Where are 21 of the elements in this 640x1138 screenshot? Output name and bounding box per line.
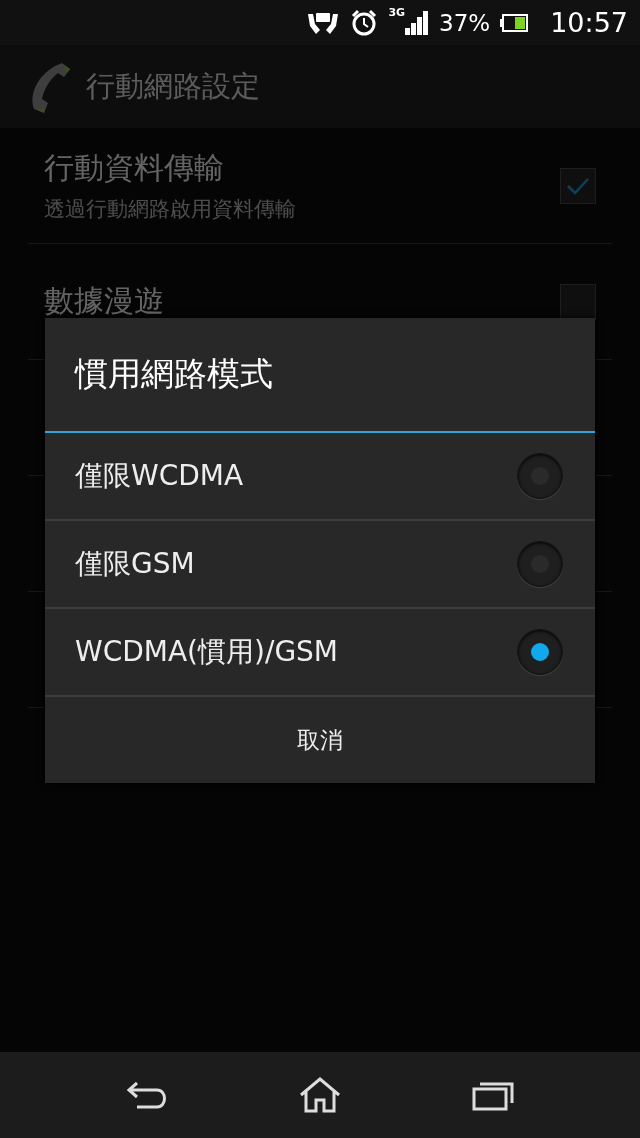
setting-title: 行動資料傳輸 bbox=[44, 149, 225, 187]
radio-button[interactable] bbox=[517, 629, 563, 675]
setting-title: 數據漫遊 bbox=[44, 282, 164, 320]
battery-icon bbox=[500, 13, 529, 32]
option-item[interactable]: 僅限WCDMA bbox=[45, 433, 595, 521]
clock: 10:57 bbox=[550, 7, 628, 38]
radio-button[interactable] bbox=[517, 541, 563, 587]
battery-percent: 37% bbox=[439, 9, 491, 36]
cancel-button[interactable]: 取消 bbox=[45, 697, 595, 783]
dialog-title: 慣用網路模式 bbox=[45, 318, 595, 433]
setting-summary: 透過行動網路啟用資料傳輸 bbox=[44, 196, 296, 223]
checkbox[interactable] bbox=[560, 167, 596, 204]
radio-button[interactable] bbox=[517, 453, 563, 499]
checkbox[interactable] bbox=[560, 283, 596, 320]
option-item[interactable]: 僅限GSM bbox=[45, 521, 595, 609]
signal-icon bbox=[405, 9, 430, 36]
screen-title: 行動網路設定 bbox=[86, 67, 260, 105]
alarm-clock-icon bbox=[350, 8, 379, 37]
option-item[interactable]: WCDMA(慣用)/GSM bbox=[45, 609, 595, 697]
network-type: 3G bbox=[388, 6, 406, 19]
home-icon[interactable] bbox=[298, 1076, 342, 1114]
